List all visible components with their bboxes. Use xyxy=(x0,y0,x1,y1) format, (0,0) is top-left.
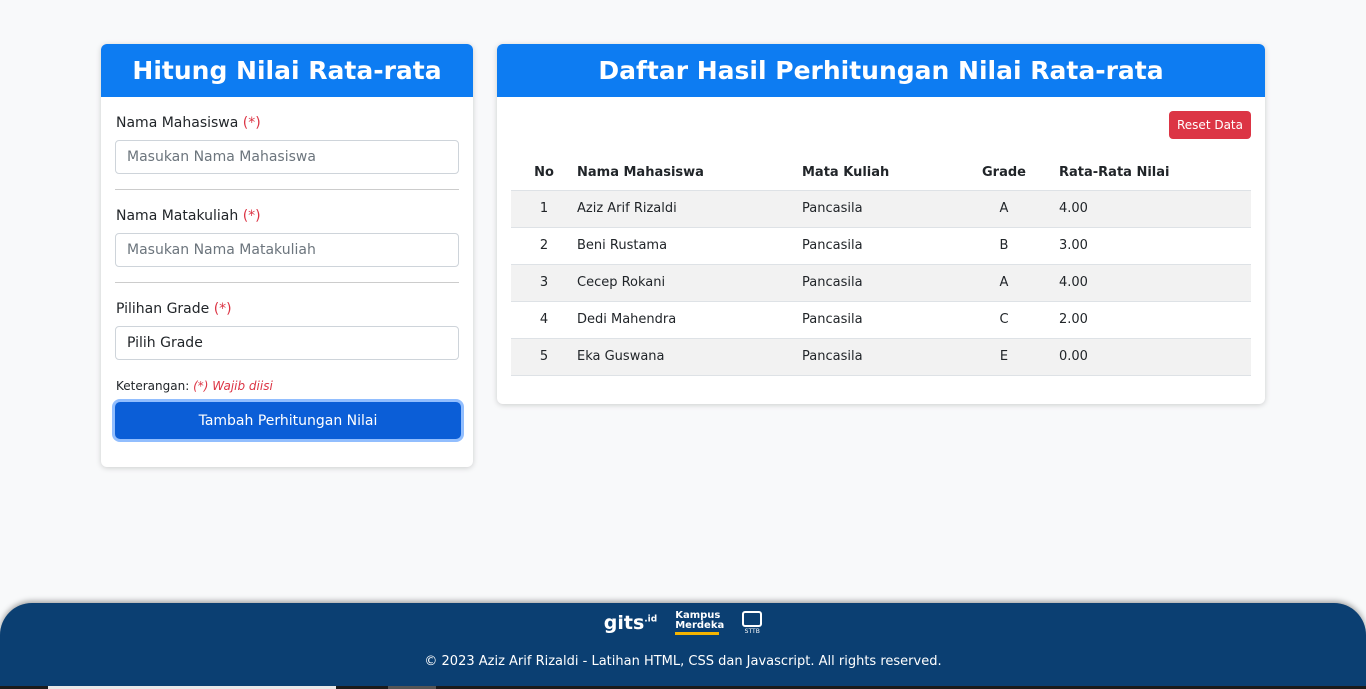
copyright-text: © 2023 Aziz Arif Rizaldi - Latihan HTML,… xyxy=(424,654,942,669)
cell-average: 3.00 xyxy=(1053,227,1251,265)
table-row: 3 Cecep Rokani Pancasila A 4.00 xyxy=(511,264,1251,302)
course-name-group: Nama Matakuliah (*) xyxy=(115,190,459,283)
column-header-course: Mata Kuliah xyxy=(802,155,955,191)
cell-student-name: Aziz Arif Rizaldi xyxy=(577,190,802,228)
cell-grade: B xyxy=(955,227,1053,265)
grade-label: Pilihan Grade xyxy=(116,301,210,317)
student-name-label: Nama Mahasiswa xyxy=(116,115,239,131)
required-mark: (*) xyxy=(213,301,232,317)
cell-average: 4.00 xyxy=(1053,190,1251,228)
footer: gits.id Kampus Merdeka STTB © 2023 Aziz … xyxy=(0,603,1366,689)
column-header-grade: Grade xyxy=(955,155,1053,191)
student-name-input[interactable] xyxy=(115,140,459,174)
column-header-no: No xyxy=(511,155,577,191)
cell-course: Pancasila xyxy=(802,338,955,376)
cell-course: Pancasila xyxy=(802,227,955,265)
table-row: 5 Eka Guswana Pancasila E 0.00 xyxy=(511,338,1251,376)
grade-select[interactable]: Pilih Grade xyxy=(115,326,459,360)
results-card-title: Daftar Hasil Perhitungan Nilai Rata-rata xyxy=(497,44,1265,97)
cell-student-name: Eka Guswana xyxy=(577,338,802,376)
grade-group: Pilihan Grade (*) Pilih Grade xyxy=(115,283,459,376)
add-calculation-button[interactable]: Tambah Perhitungan Nilai xyxy=(115,402,461,439)
table-row: 4 Dedi Mahendra Pancasila C 2.00 xyxy=(511,301,1251,339)
book-icon xyxy=(742,611,763,627)
required-mark: (*) xyxy=(242,115,261,131)
column-header-average: Rata-Rata Nilai xyxy=(1053,155,1251,191)
student-name-group: Nama Mahasiswa (*) xyxy=(115,97,459,190)
form-card-title: Hitung Nilai Rata-rata xyxy=(101,44,473,97)
note-value: (*) Wajib diisi xyxy=(193,379,273,393)
reset-data-button[interactable]: Reset Data xyxy=(1169,111,1251,139)
form-card: Hitung Nilai Rata-rata Nama Mahasiswa (*… xyxy=(101,44,473,467)
table-row: 2 Beni Rustama Pancasila B 3.00 xyxy=(511,227,1251,265)
cell-course: Pancasila xyxy=(802,264,955,302)
cell-course: Pancasila xyxy=(802,190,955,228)
cell-course: Pancasila xyxy=(802,301,955,339)
course-name-input[interactable] xyxy=(115,233,459,267)
cell-no: 2 xyxy=(511,227,577,265)
cell-student-name: Beni Rustama xyxy=(577,227,802,265)
kampus-merdeka-logo: Kampus Merdeka xyxy=(675,611,724,635)
results-card: Daftar Hasil Perhitungan Nilai Rata-rata… xyxy=(497,44,1265,404)
cell-grade: E xyxy=(955,338,1053,376)
cell-no: 3 xyxy=(511,264,577,302)
required-mark: (*) xyxy=(242,208,261,224)
cell-no: 4 xyxy=(511,301,577,339)
results-table: No Nama Mahasiswa Mata Kuliah Grade Rata… xyxy=(511,155,1251,376)
cell-average: 2.00 xyxy=(1053,301,1251,339)
partner-logos: gits.id Kampus Merdeka STTB xyxy=(0,611,1366,635)
cell-student-name: Cecep Rokani xyxy=(577,264,802,302)
cell-no: 5 xyxy=(511,338,577,376)
cell-grade: A xyxy=(955,264,1053,302)
required-note: Keterangan: (*) Wajib diisi xyxy=(116,379,273,393)
cell-average: 4.00 xyxy=(1053,264,1251,302)
cell-average: 0.00 xyxy=(1053,338,1251,376)
table-header-row: No Nama Mahasiswa Mata Kuliah Grade Rata… xyxy=(511,155,1251,191)
cell-no: 1 xyxy=(511,190,577,228)
note-label: Keterangan: xyxy=(116,379,190,393)
cell-grade: A xyxy=(955,190,1053,228)
gits-logo: gits.id xyxy=(603,612,658,634)
grade-select-value: Pilih Grade xyxy=(127,335,203,351)
course-name-label: Nama Matakuliah xyxy=(116,208,239,224)
sttb-logo: STTB xyxy=(742,611,763,635)
cell-grade: C xyxy=(955,301,1053,339)
cell-student-name: Dedi Mahendra xyxy=(577,301,802,339)
column-header-student-name: Nama Mahasiswa xyxy=(577,155,802,191)
table-row: 1 Aziz Arif Rizaldi Pancasila A 4.00 xyxy=(511,190,1251,228)
